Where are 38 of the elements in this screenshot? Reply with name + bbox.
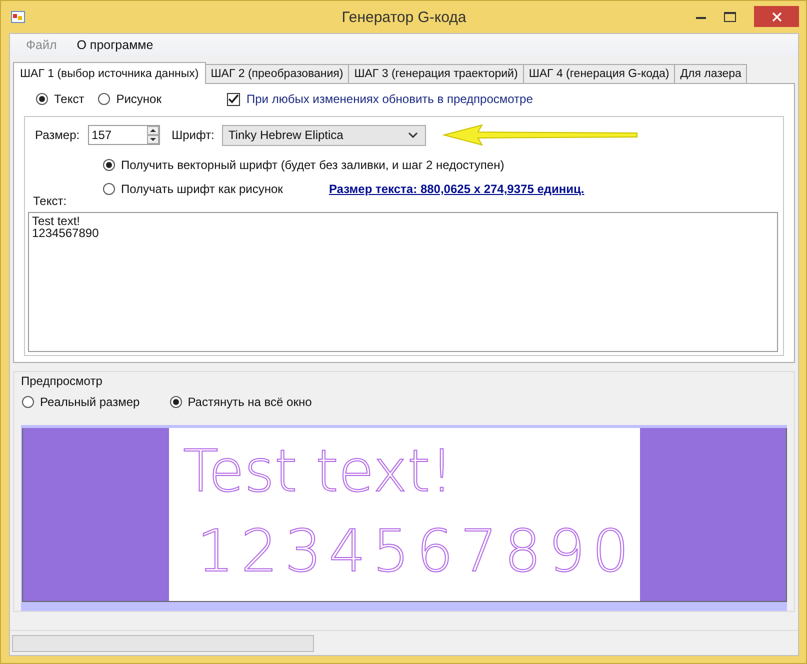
radio-label: Рисунок xyxy=(116,92,162,106)
radio-button[interactable] xyxy=(22,396,34,408)
size-spinner[interactable]: 157 xyxy=(88,125,160,145)
maximize-icon[interactable] xyxy=(724,12,736,22)
tab[interactable]: ШАГ 1 (выбор источника данных) xyxy=(13,62,206,84)
radio-button[interactable] xyxy=(103,183,115,195)
app-icon xyxy=(11,11,25,23)
tab[interactable]: ШАГ 3 (генерация траекторий) xyxy=(348,64,524,83)
radio-label: Получить векторный шрифт (будет без заливки, и шаг 2 недоступен) xyxy=(121,158,504,172)
tab[interactable]: Для лазера xyxy=(674,64,748,83)
spinner-arrows-icon xyxy=(146,126,159,144)
radio-button[interactable] xyxy=(98,93,110,105)
text-area[interactable]: Test text! 1234567890 xyxy=(28,212,778,352)
window-title: Генератор G-кода xyxy=(342,8,466,26)
minimize-icon[interactable] xyxy=(696,16,706,18)
chevron-down-icon xyxy=(408,132,418,138)
tab[interactable]: ШАГ 2 (преобразования) xyxy=(204,64,350,83)
radio-label: Реальный размер xyxy=(40,395,140,409)
radio-button[interactable] xyxy=(170,396,182,408)
group-title: Предпросмотр xyxy=(21,374,102,388)
radio-button[interactable] xyxy=(103,159,115,171)
radio-label: Текст xyxy=(54,92,84,106)
radio-label: Получать шрифт как рисунок xyxy=(121,182,283,196)
checkbox-label: При любых изменениях обновить в предпросмотре xyxy=(246,92,533,106)
checkbox[interactable] xyxy=(227,92,240,106)
font-label: Шрифт: xyxy=(172,128,214,142)
tab[interactable]: ШАГ 4 (генерация G-кода) xyxy=(522,64,676,83)
font-dropdown[interactable]: Tinky Hebrew Eliptica xyxy=(222,124,426,146)
radio-label: Растянуть на всё окно xyxy=(188,395,312,409)
preview-text: 1234567890 xyxy=(196,522,638,580)
close-icon xyxy=(772,12,782,22)
preview-text: Test text! xyxy=(182,442,454,500)
text-size-link[interactable]: Размер текста: 880,0625 x 274,9375 единиц. xyxy=(328,182,584,196)
text-label: Текст: xyxy=(32,194,68,208)
close-button[interactable] xyxy=(754,6,799,27)
radio-button[interactable] xyxy=(36,93,48,105)
menu-item[interactable]: О программе xyxy=(66,36,164,54)
size-label: Размер: xyxy=(35,128,80,142)
